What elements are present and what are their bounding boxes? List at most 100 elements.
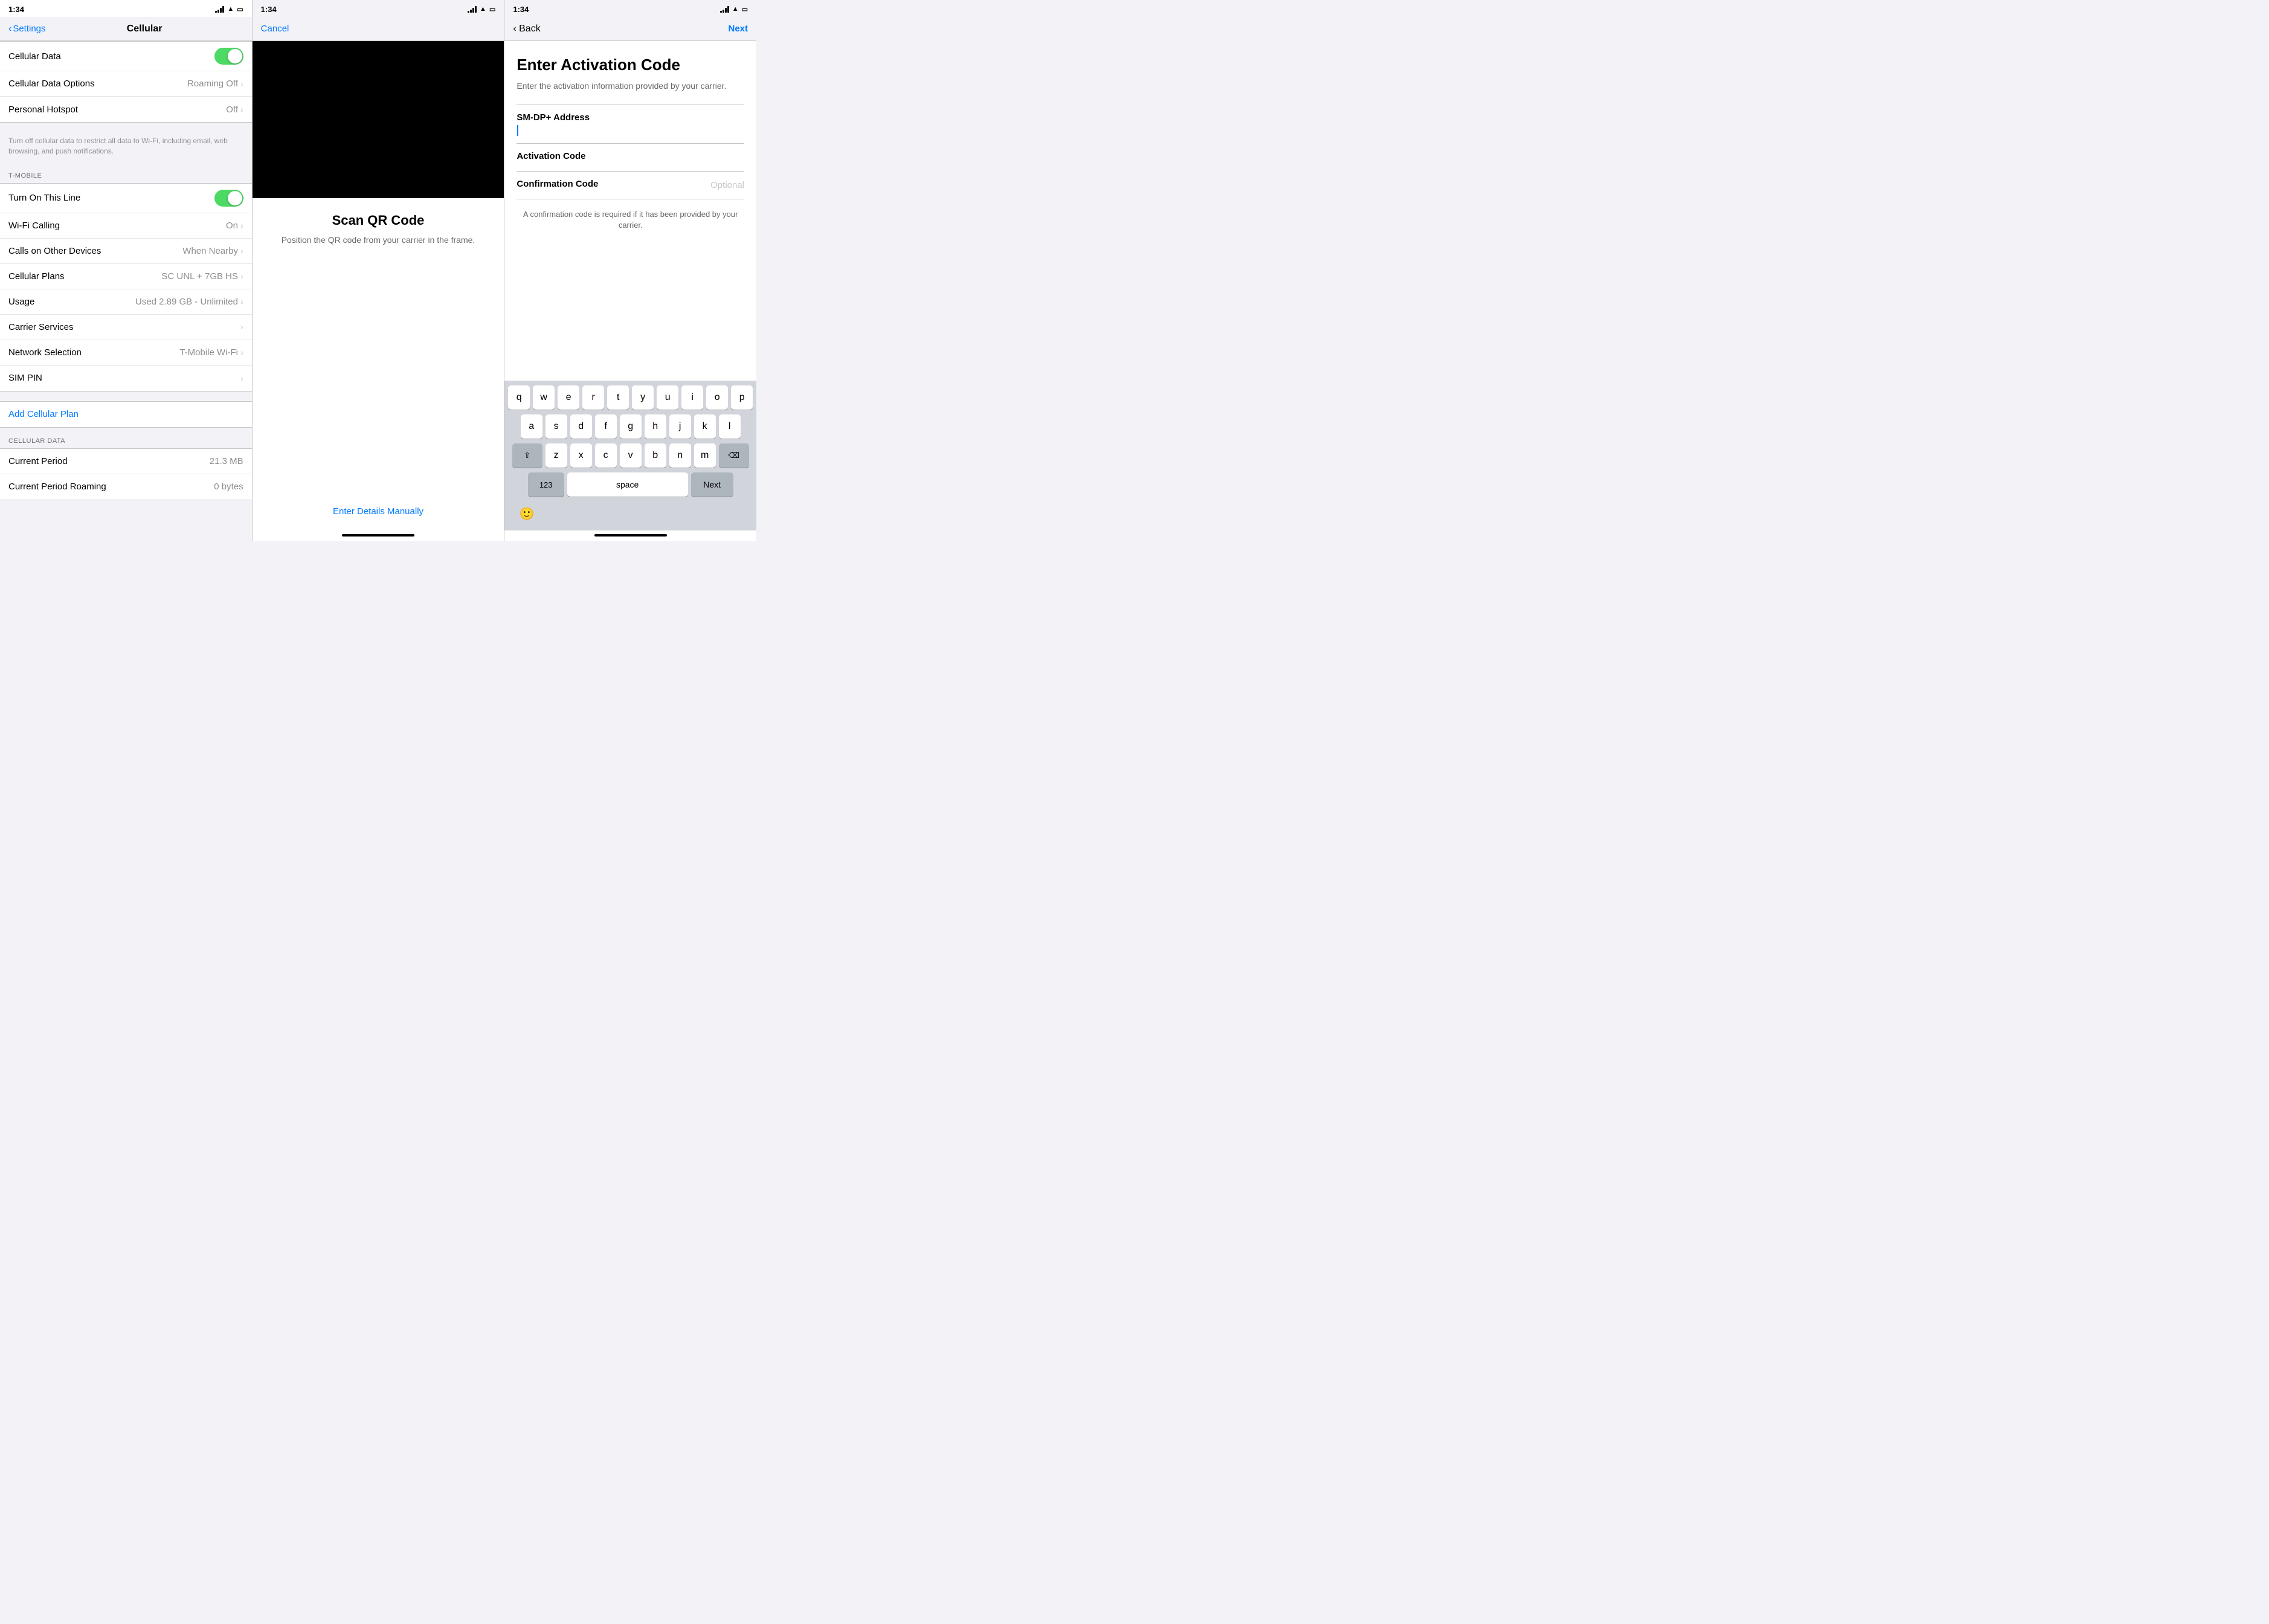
numbers-key[interactable]: 123 [528, 472, 564, 497]
key-v[interactable]: v [620, 443, 642, 468]
chevron-right-icon-8: › [240, 347, 243, 357]
current-period-row[interactable]: Current Period 21.3 MB [0, 449, 252, 474]
wifi-icon-2: ▲ [480, 5, 486, 13]
qr-content-area: Scan QR Code Position the QR code from y… [253, 198, 504, 494]
key-s[interactable]: s [546, 414, 567, 439]
home-indicator-2 [342, 534, 414, 536]
confirmation-note: A confirmation code is required if it ha… [517, 209, 744, 231]
key-g[interactable]: g [620, 414, 642, 439]
wifi-calling-label: Wi-Fi Calling [8, 221, 60, 231]
sim-pin-row[interactable]: SIM PIN › [0, 366, 252, 391]
smdp-address-field[interactable]: SM-DP+ Address [517, 105, 744, 144]
key-z[interactable]: z [546, 443, 567, 468]
delete-key[interactable]: ⌫ [719, 443, 749, 468]
nav-bar-1: ‹ Settings Cellular [0, 17, 252, 41]
key-c[interactable]: c [595, 443, 617, 468]
cellular-data-row[interactable]: Cellular Data [0, 42, 252, 71]
signal-icon-2 [468, 5, 477, 13]
chevron-left-icon: ‹ [8, 24, 11, 34]
key-j[interactable]: j [669, 414, 691, 439]
key-q[interactable]: q [508, 385, 530, 410]
cellular-data-options-row[interactable]: Cellular Data Options Roaming Off › [0, 71, 252, 97]
network-selection-row[interactable]: Network Selection T-Mobile Wi-Fi › [0, 340, 252, 366]
key-x[interactable]: x [570, 443, 592, 468]
chevron-right-icon-5: › [240, 271, 243, 281]
keyboard-next-key[interactable]: Next [691, 472, 733, 497]
cellular-plans-value: SC UNL + 7GB HS › [161, 271, 243, 282]
wifi-icon-1: ▲ [227, 5, 234, 13]
key-y[interactable]: y [632, 385, 654, 410]
time-2: 1:34 [261, 5, 277, 14]
status-bar-1: 1:34 ▲ ▭ [0, 0, 252, 17]
shift-key[interactable]: ⇧ [512, 443, 542, 468]
confirmation-code-field[interactable]: Confirmation Code Optional [517, 172, 744, 199]
turn-on-line-toggle[interactable] [214, 190, 243, 207]
key-p[interactable]: p [731, 385, 753, 410]
enter-manually-section: Enter Details Manually [253, 494, 504, 529]
add-cellular-plan-link[interactable]: Add Cellular Plan [8, 409, 79, 419]
key-u[interactable]: u [657, 385, 678, 410]
turn-on-line-row[interactable]: Turn On This Line [0, 184, 252, 213]
network-selection-label: Network Selection [8, 347, 82, 358]
tmobile-section-header: T-MOBILE [0, 163, 252, 183]
signal-icon-3 [720, 5, 729, 13]
activation-subtitle: Enter the activation information provide… [517, 80, 744, 92]
back-button-3[interactable]: ‹ Back [513, 24, 540, 34]
cancel-button[interactable]: Cancel [261, 24, 289, 34]
add-cellular-plan-row[interactable]: Add Cellular Plan [0, 401, 252, 428]
usage-row[interactable]: Usage Used 2.89 GB - Unlimited › [0, 289, 252, 315]
key-o[interactable]: o [706, 385, 728, 410]
key-l[interactable]: l [719, 414, 741, 439]
smdp-address-input[interactable] [517, 125, 744, 136]
wifi-calling-row[interactable]: Wi-Fi Calling On › [0, 213, 252, 239]
wifi-icon-3: ▲ [732, 5, 739, 13]
cellular-plans-row[interactable]: Cellular Plans SC UNL + 7GB HS › [0, 264, 252, 289]
key-a[interactable]: a [521, 414, 542, 439]
key-t[interactable]: t [607, 385, 629, 410]
emoji-key[interactable]: 🙂 [515, 501, 539, 526]
current-period-roaming-row[interactable]: Current Period Roaming 0 bytes [0, 474, 252, 500]
key-r[interactable]: r [582, 385, 604, 410]
cellular-data-toggle[interactable] [214, 48, 243, 65]
space-key[interactable]: space [567, 472, 688, 497]
chevron-right-icon: › [240, 79, 243, 89]
calls-other-devices-row[interactable]: Calls on Other Devices When Nearby › [0, 239, 252, 264]
key-d[interactable]: d [570, 414, 592, 439]
personal-hotspot-value: Off › [226, 105, 243, 115]
status-icons-2: ▲ ▭ [468, 5, 495, 13]
current-period-label: Current Period [8, 456, 68, 466]
personal-hotspot-label: Personal Hotspot [8, 105, 78, 115]
key-f[interactable]: f [595, 414, 617, 439]
keyboard-bottom-row: 123 space Next [506, 472, 755, 497]
key-e[interactable]: e [558, 385, 579, 410]
battery-icon-3: ▭ [742, 5, 748, 13]
key-m[interactable]: m [694, 443, 716, 468]
status-icons-1: ▲ ▭ [215, 5, 243, 13]
chevron-right-icon-2: › [240, 105, 243, 114]
cellular-data-group: Cellular Data Cellular Data Options Roam… [0, 41, 252, 123]
tmobile-group: Turn On This Line Wi-Fi Calling On › Cal… [0, 183, 252, 392]
key-w[interactable]: w [533, 385, 555, 410]
sim-pin-label: SIM PIN [8, 373, 42, 383]
enter-details-manually-link[interactable]: Enter Details Manually [333, 506, 423, 517]
activation-code-field[interactable]: Activation Code [517, 144, 744, 172]
chevron-right-icon-4: › [240, 246, 243, 256]
activation-content: Enter Activation Code Enter the activati… [504, 41, 756, 381]
key-n[interactable]: n [669, 443, 691, 468]
personal-hotspot-row[interactable]: Personal Hotspot Off › [0, 97, 252, 122]
page-title-1: Cellular [127, 24, 163, 34]
key-h[interactable]: h [645, 414, 666, 439]
turn-on-line-label: Turn On This Line [8, 193, 80, 203]
cellular-settings-panel: 1:34 ▲ ▭ ‹ Settings Cellular Cellular Da… [0, 0, 253, 541]
carrier-services-row[interactable]: Carrier Services › [0, 315, 252, 340]
key-k[interactable]: k [694, 414, 716, 439]
chevron-right-icon-7: › [240, 322, 243, 332]
settings-back-button[interactable]: ‹ Settings [8, 24, 46, 34]
activation-title: Enter Activation Code [517, 56, 744, 74]
confirmation-code-label: Confirmation Code [517, 179, 598, 189]
chevron-left-icon-3: ‹ [513, 24, 516, 34]
signal-icon-1 [215, 5, 224, 13]
next-button[interactable]: Next [729, 24, 748, 34]
key-i[interactable]: i [681, 385, 703, 410]
key-b[interactable]: b [645, 443, 666, 468]
